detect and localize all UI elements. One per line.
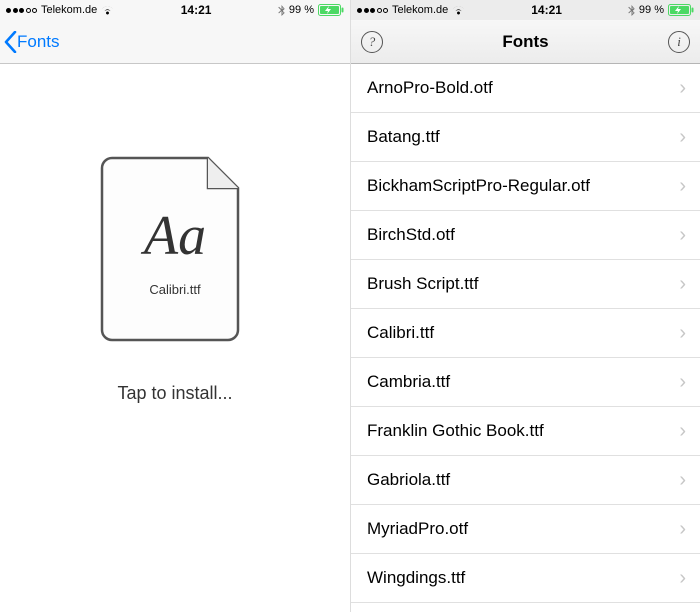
screen-left-detail: Telekom.de 14:21 99 % Fonts: [0, 0, 350, 612]
status-bar: Telekom.de 14:21 99 %: [351, 0, 700, 20]
font-row[interactable]: Franklin Gothic Book.ttf ›: [351, 407, 700, 456]
chevron-right-icon: ›: [679, 567, 686, 590]
font-row-label: Brush Script.ttf: [367, 274, 478, 294]
bluetooth-icon: [278, 5, 285, 16]
wifi-icon: [452, 5, 465, 15]
font-row[interactable]: Calibri.ttf ›: [351, 309, 700, 358]
signal-dots: [6, 8, 37, 13]
tap-to-install-label: Tap to install...: [117, 383, 232, 404]
battery-icon: [668, 4, 694, 16]
font-row-label: BirchStd.otf: [367, 225, 455, 245]
font-file-preview[interactable]: Aa Calibri.ttf: [100, 154, 250, 349]
status-bar: Telekom.de 14:21 99 %: [0, 0, 350, 20]
battery-percent: 99 %: [289, 4, 314, 16]
back-button[interactable]: Fonts: [0, 31, 66, 53]
chevron-left-icon: [4, 31, 17, 53]
svg-text:Aa: Aa: [140, 205, 206, 267]
chevron-right-icon: ›: [679, 126, 686, 149]
font-row-label: Wingdings.ttf: [367, 568, 465, 588]
screen-right-list: Telekom.de 14:21 99 % ? Fonts i ArnoPro-…: [350, 0, 700, 612]
font-row[interactable]: ArnoPro-Bold.otf ›: [351, 64, 700, 113]
chevron-right-icon: ›: [679, 322, 686, 345]
font-row[interactable]: Gabriola.ttf ›: [351, 456, 700, 505]
clock: 14:21: [531, 3, 562, 17]
font-row[interactable]: Wingdings.ttf ›: [351, 554, 700, 603]
font-row-label: Cambria.ttf: [367, 372, 450, 392]
bluetooth-icon: [628, 5, 635, 16]
carrier-label: Telekom.de: [392, 4, 448, 16]
font-row[interactable]: BirchStd.otf ›: [351, 211, 700, 260]
font-row-label: Franklin Gothic Book.ttf: [367, 421, 544, 441]
carrier-label: Telekom.de: [41, 4, 97, 16]
nav-bar: Fonts: [0, 20, 350, 64]
wifi-icon: [101, 5, 114, 15]
chevron-right-icon: ›: [679, 273, 686, 296]
document-icon: Aa Calibri.ttf: [100, 154, 250, 344]
chevron-right-icon: ›: [679, 77, 686, 100]
back-label: Fonts: [17, 32, 60, 52]
svg-text:Calibri.ttf: Calibri.ttf: [149, 282, 201, 297]
signal-dots: [357, 8, 388, 13]
font-row-label: ArnoPro-Bold.otf: [367, 78, 493, 98]
font-row[interactable]: MyriadPro.otf ›: [351, 505, 700, 554]
font-row-label: BickhamScriptPro-Regular.otf: [367, 176, 590, 196]
chevron-right-icon: ›: [679, 371, 686, 394]
chevron-right-icon: ›: [679, 420, 686, 443]
battery-percent: 99 %: [639, 4, 664, 16]
clock: 14:21: [181, 3, 212, 17]
font-row-label: Batang.ttf: [367, 127, 440, 147]
font-row[interactable]: BickhamScriptPro-Regular.otf ›: [351, 162, 700, 211]
font-row[interactable]: Cambria.ttf ›: [351, 358, 700, 407]
chevron-right-icon: ›: [679, 224, 686, 247]
font-list: ArnoPro-Bold.otf›Batang.ttf›BickhamScrip…: [351, 64, 700, 612]
font-row[interactable]: Brush Script.ttf ›: [351, 260, 700, 309]
font-row-label: MyriadPro.otf: [367, 519, 468, 539]
battery-icon: [318, 4, 344, 16]
font-row-label: Calibri.ttf: [367, 323, 434, 343]
chevron-right-icon: ›: [679, 518, 686, 541]
font-row-label: Gabriola.ttf: [367, 470, 450, 490]
chevron-right-icon: ›: [679, 175, 686, 198]
detail-body: Aa Calibri.ttf Tap to install...: [0, 64, 350, 612]
page-title: Fonts: [351, 32, 700, 52]
title-bar: ? Fonts i: [351, 20, 700, 64]
font-row[interactable]: Batang.ttf ›: [351, 113, 700, 162]
chevron-right-icon: ›: [679, 469, 686, 492]
